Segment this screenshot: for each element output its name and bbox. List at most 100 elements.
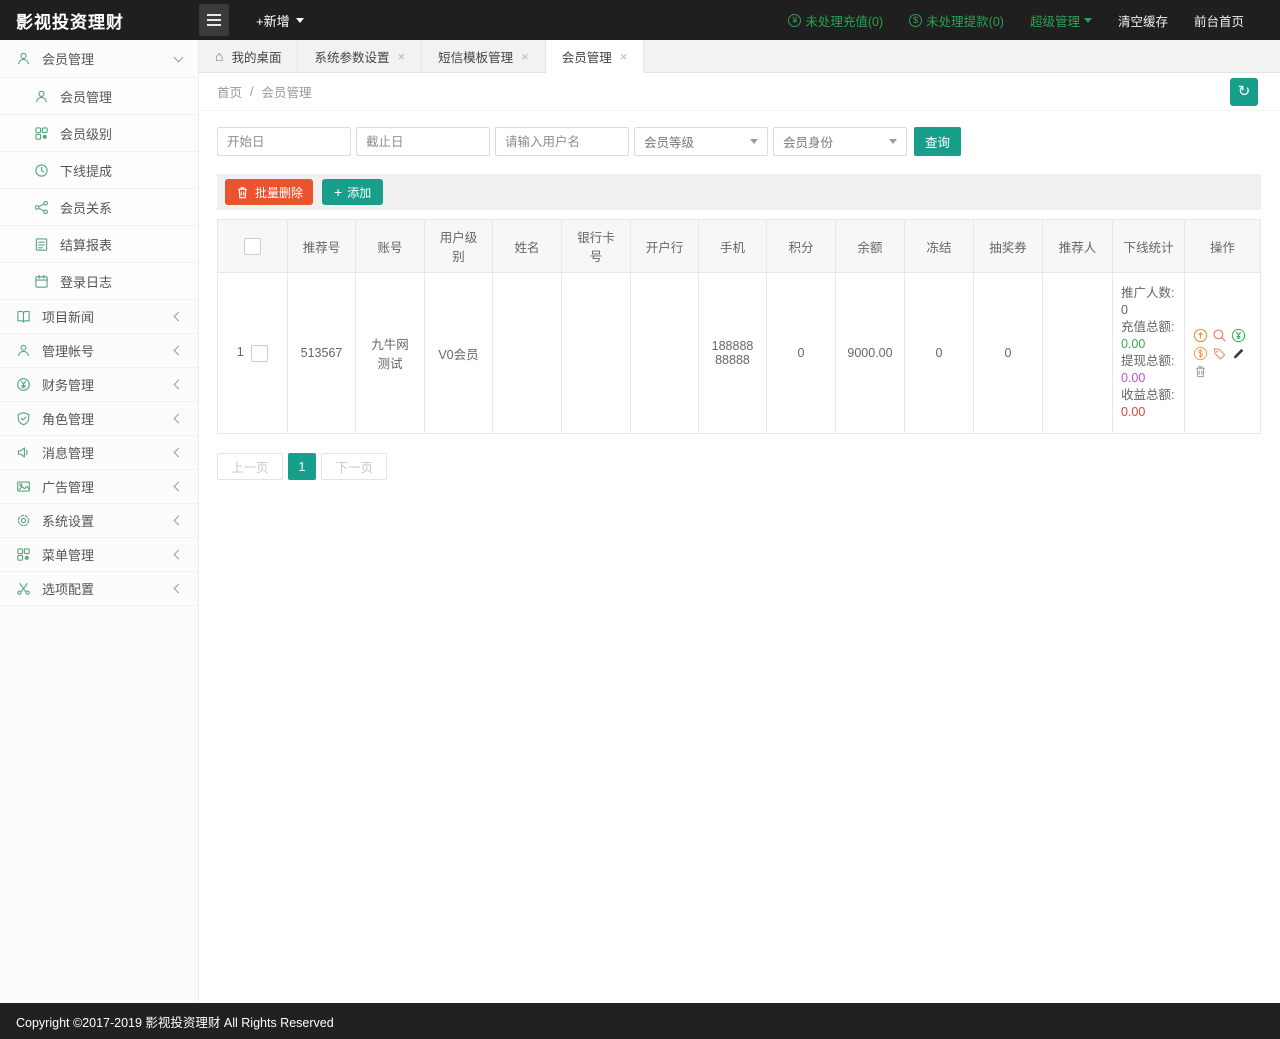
sidebar-item-admin-accounts[interactable]: 管理帐号 [0, 334, 198, 368]
username-input[interactable] [495, 127, 629, 156]
withdraw-total-value: 0.00 [1121, 371, 1145, 385]
col-referrer: 推荐人 [1043, 220, 1113, 273]
sidebar-item-finance-management[interactable]: 财务管理 [0, 368, 198, 402]
add-button[interactable]: + 添加 [322, 179, 383, 205]
view-details-icon[interactable] [1212, 328, 1227, 343]
sidebar-item-ad-management[interactable]: 广告管理 [0, 470, 198, 504]
sidebar-item-role-management[interactable]: 角色管理 [0, 402, 198, 436]
col-phone: 手机 [699, 220, 767, 273]
sidebar-group-member-management[interactable]: 会员管理 [0, 40, 198, 78]
refresh-icon: ↻ [1238, 83, 1251, 100]
new-menu-label: +新增 [256, 11, 290, 30]
col-balance: 余额 [836, 220, 905, 273]
sidebar-item-menu-management[interactable]: 菜单管理 [0, 538, 198, 572]
sidebar-item-member-level[interactable]: 会员级别 [0, 115, 198, 152]
chevron-left-icon [174, 482, 184, 492]
pagination: 上一页 1 下一页 [217, 453, 1280, 480]
close-icon[interactable]: × [620, 49, 628, 64]
col-user-level: 用户级别 [425, 220, 493, 273]
cell-points: 0 [767, 273, 836, 434]
cell-account: 九牛网测试 [356, 273, 425, 434]
start-date-input[interactable] [217, 127, 351, 156]
row-index: 1 [237, 345, 244, 359]
breadcrumb-current: 会员管理 [262, 82, 312, 101]
super-admin-menu[interactable]: 超级管理 [1030, 11, 1092, 30]
plus-icon: + [334, 184, 342, 200]
table-row: 1 513567 九牛网测试 V0会员 18888888888 0 9000.0… [218, 273, 1261, 434]
chevron-left-icon [174, 550, 184, 560]
new-create-menu[interactable]: +新增 [256, 0, 304, 40]
close-icon[interactable]: × [521, 49, 529, 64]
sidebar-item-system-settings[interactable]: 系统设置 [0, 504, 198, 538]
prev-page-button[interactable]: 上一页 [217, 453, 283, 480]
pending-withdraw-link[interactable]: $ 未处理提款(0) [909, 11, 1004, 30]
breadcrumb-bar: 首页 / 会员管理 ↻ [199, 73, 1280, 111]
member-identity-select[interactable]: 会员身份 [773, 127, 907, 156]
tab-sms-template[interactable]: 短信模板管理 × [422, 40, 546, 72]
delete-icon[interactable] [1193, 364, 1208, 379]
sidebar-item-member-management[interactable]: 会员管理 [0, 78, 198, 115]
sidebar-item-login-log[interactable]: 登录日志 [0, 263, 198, 300]
sidebar-item-project-news[interactable]: 项目新闻 [0, 300, 198, 334]
cell-bank [631, 273, 699, 434]
user-icon [16, 343, 31, 358]
chevron-left-icon [174, 448, 184, 458]
sidebar-item-option-config[interactable]: 选项配置 [0, 572, 198, 606]
sidebar-item-downline-commission[interactable]: 下线提成 [0, 152, 198, 189]
deduct-icon[interactable] [1193, 346, 1208, 361]
col-downline-stats: 下线统计 [1113, 220, 1185, 273]
grid-icon [34, 126, 49, 141]
dollar-circle-icon: $ [909, 14, 922, 27]
close-icon[interactable]: × [398, 49, 406, 64]
calendar-icon [34, 274, 49, 289]
next-page-button[interactable]: 下一页 [321, 453, 387, 480]
image-icon [16, 479, 31, 494]
main-content: ⌂ 我的桌面 系统参数设置 × 短信模板管理 × 会员管理 × 首页 / 会员管… [199, 40, 1280, 1003]
front-home-link[interactable]: 前台首页 [1194, 11, 1244, 30]
select-all-checkbox[interactable] [244, 238, 261, 255]
recharge-total-value: 0.00 [1121, 337, 1145, 351]
cell-bank-card [562, 273, 631, 434]
col-frozen: 冻结 [905, 220, 974, 273]
filter-row: 会员等级 会员身份 查询 [217, 127, 1262, 156]
income-total-value: 0.00 [1121, 405, 1145, 419]
sidebar-item-message-management[interactable]: 消息管理 [0, 436, 198, 470]
tab-member-management[interactable]: 会员管理 × [546, 40, 645, 73]
sidebar-toggle-button[interactable] [199, 4, 229, 36]
edit-icon[interactable] [1231, 346, 1246, 361]
col-points: 积分 [767, 220, 836, 273]
cell-downline-stats: 推广人数:0 充值总额:0.00 提现总额:0.00 收益总额:0.00 [1113, 273, 1185, 434]
page-1-button[interactable]: 1 [288, 453, 317, 480]
book-icon [16, 309, 31, 324]
tab-my-desktop[interactable]: ⌂ 我的桌面 [199, 40, 298, 72]
trash-icon [235, 185, 250, 200]
user-icon [16, 51, 31, 66]
pending-recharge-link[interactable]: ¥ 未处理充值(0) [788, 11, 883, 30]
member-level-select[interactable]: 会员等级 [634, 127, 768, 156]
breadcrumb: 首页 / 会员管理 [217, 82, 312, 101]
col-bank: 开户行 [631, 220, 699, 273]
refresh-button[interactable]: ↻ [1230, 78, 1258, 106]
col-name: 姓名 [493, 220, 562, 273]
breadcrumb-home[interactable]: 首页 [217, 82, 242, 101]
search-button[interactable]: 查询 [914, 127, 961, 156]
batch-delete-button[interactable]: 批量删除 [225, 179, 313, 205]
cell-phone: 18888888888 [699, 273, 767, 434]
recharge-icon[interactable] [1231, 328, 1246, 343]
scissors-icon [16, 581, 31, 596]
app-logo: 影视投资理财 [0, 8, 183, 33]
upgrade-icon[interactable] [1193, 328, 1208, 343]
user-icon [34, 89, 49, 104]
clear-cache-link[interactable]: 清空缓存 [1118, 11, 1168, 30]
chevron-left-icon [174, 346, 184, 356]
yen-circle-icon: ¥ [788, 14, 801, 27]
chevron-down-icon [174, 52, 184, 62]
row-checkbox[interactable] [251, 345, 268, 362]
tab-system-params[interactable]: 系统参数设置 × [298, 40, 422, 72]
end-date-input[interactable] [356, 127, 490, 156]
col-referral-no: 推荐号 [288, 220, 356, 273]
cell-frozen: 0 [905, 273, 974, 434]
sidebar-item-member-relation[interactable]: 会员关系 [0, 189, 198, 226]
tag-icon[interactable] [1212, 346, 1227, 361]
sidebar-item-settlement-report[interactable]: 结算报表 [0, 226, 198, 263]
